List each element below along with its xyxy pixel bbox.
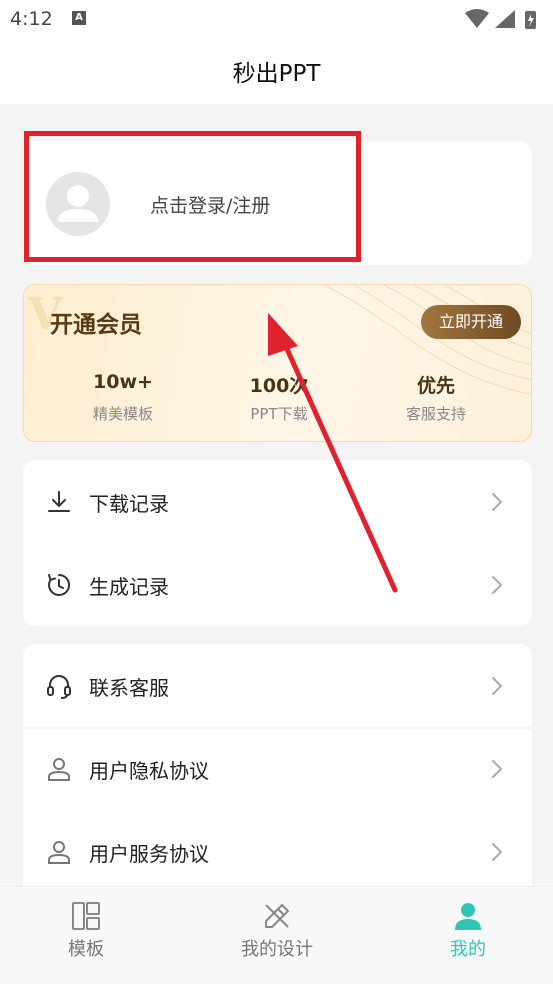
chevron-right-icon [492, 760, 503, 778]
nav-label: 我的设计 [241, 939, 313, 960]
menu-item-contact-service[interactable]: 联系客服 [23, 644, 532, 728]
nav-label: 我的 [450, 939, 486, 960]
status-time: 4:12 [10, 8, 53, 30]
signal-icon [495, 10, 515, 28]
design-pencil-icon [265, 904, 289, 928]
user-icon [48, 758, 70, 781]
menu-item-download-records[interactable]: 下载记录 [23, 460, 532, 544]
wifi-icon [465, 9, 489, 28]
menu-item-service-agreement[interactable]: 用户服务协议 [23, 810, 532, 894]
menu-item-label: 用户服务协议 [89, 842, 209, 866]
headset-icon [47, 675, 71, 699]
chevron-right-icon [492, 576, 503, 594]
tab-mine[interactable]: 我的 [376, 887, 553, 984]
vip-stat-label: 客服支持 [405, 405, 466, 423]
template-grid-icon [72, 902, 100, 930]
user-icon [48, 841, 70, 864]
vip-title: 开通会员 [50, 312, 142, 338]
app-header: 秒出PPT [0, 38, 553, 104]
menu-item-privacy-policy[interactable]: 用户隐私协议 [23, 727, 532, 811]
vip-stat-value: 10w+ [93, 371, 153, 393]
chevron-right-icon [492, 493, 503, 511]
vip-stat-value: 优先 [416, 375, 455, 397]
vip-card[interactable]: V 开通会员 立即开通 10w+ 精美模板 100次 PPT下载 优先 客服支持 [23, 284, 532, 442]
page-title: 秒出PPT [232, 61, 321, 87]
support-menu: 联系客服 用户隐私协议 用户服务协议 [23, 644, 532, 894]
tab-my-designs[interactable]: 我的设计 [185, 887, 369, 984]
annotation-highlight-box [24, 131, 361, 262]
chevron-right-icon [492, 843, 503, 861]
status-indicators [465, 9, 536, 29]
bottom-nav: 模板 我的设计 我的 [0, 886, 553, 984]
vip-stat-label: 精美模板 [92, 405, 153, 423]
menu-item-label: 联系客服 [89, 676, 169, 700]
profile-icon [455, 903, 481, 930]
vip-stat-downloads: 100次 PPT下载 [214, 371, 344, 424]
nav-label: 模板 [68, 939, 104, 960]
open-vip-button[interactable]: 立即开通 [421, 305, 521, 339]
vip-stat-label: PPT下载 [250, 405, 308, 423]
tab-templates[interactable]: 模板 [0, 887, 178, 984]
menu-item-generate-records[interactable]: 生成记录 [23, 543, 532, 627]
menu-item-label: 用户隐私协议 [89, 759, 209, 783]
vip-stat-support: 优先 客服支持 [371, 371, 501, 424]
vip-stat-templates: 10w+ 精美模板 [58, 371, 188, 424]
chevron-right-icon [492, 677, 503, 695]
notification-icon: A [72, 11, 86, 25]
vip-stat-value: 100次 [249, 375, 309, 397]
status-bar: 4:12 A [0, 0, 553, 38]
menu-item-label: 下载记录 [89, 492, 169, 516]
records-menu: 下载记录 生成记录 [23, 460, 532, 626]
download-icon [48, 491, 70, 512]
history-clock-icon [48, 573, 71, 596]
menu-item-label: 生成记录 [89, 575, 169, 599]
